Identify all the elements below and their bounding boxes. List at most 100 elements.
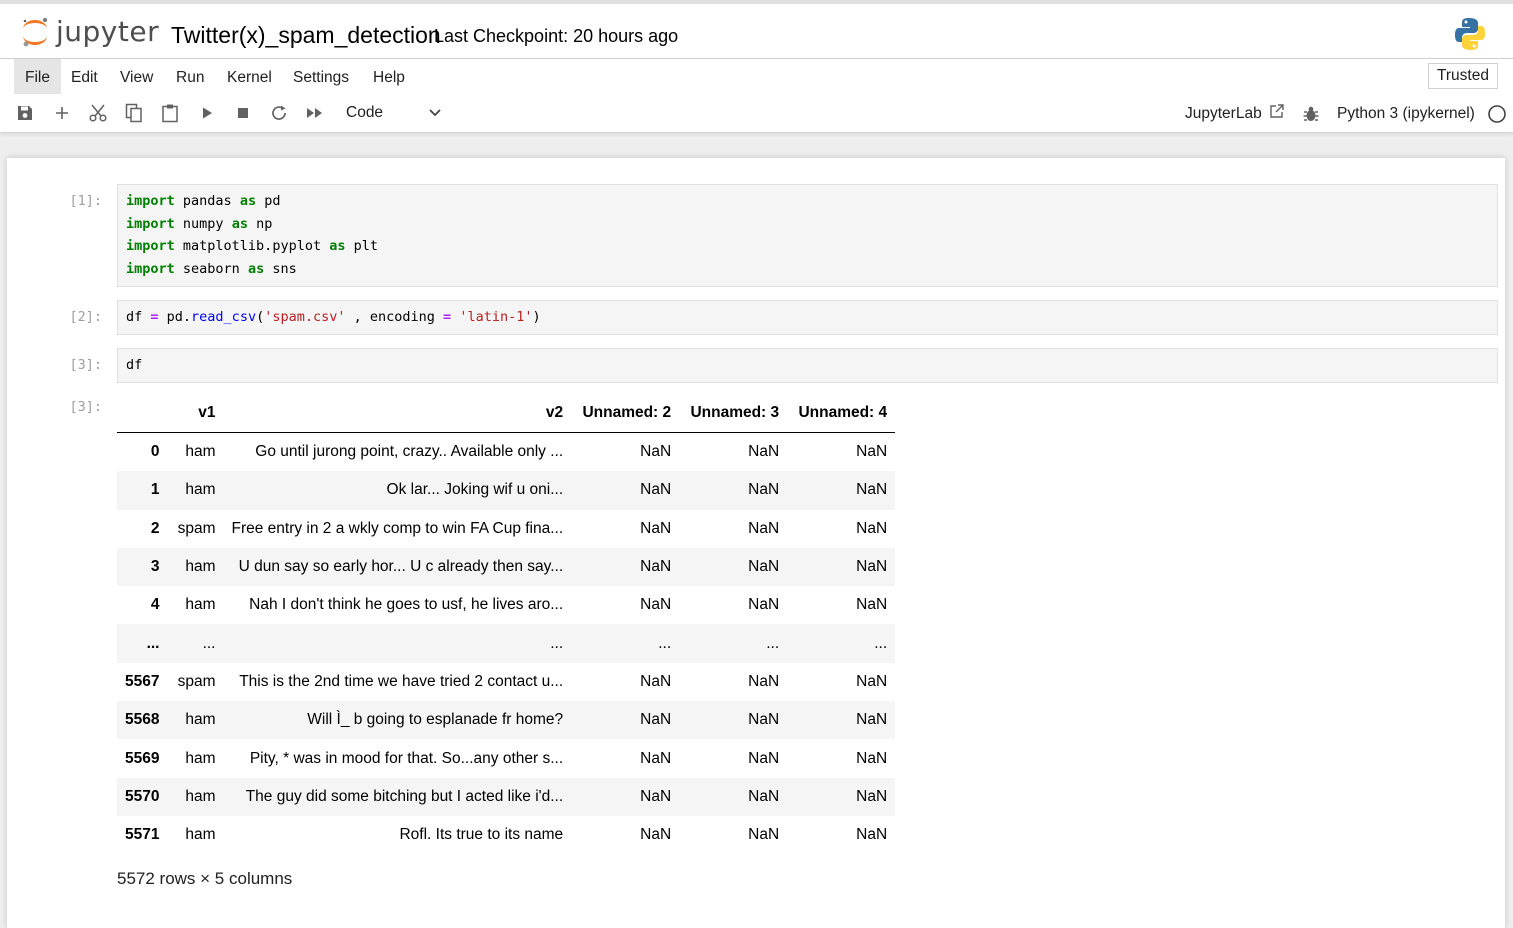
menu-view[interactable]: View — [109, 59, 164, 94]
table-row: 5567 spam This is the 2nd time we have t… — [117, 663, 895, 701]
table-cell: ham — [185, 443, 216, 461]
table-cell: Pity, * was in mood for that. So...any o… — [249, 749, 564, 767]
table-cell: ham — [185, 711, 216, 729]
dataframe-table: v1 v2 Unnamed: 2 Unnamed: 3 Unnamed: 4 0… — [117, 394, 896, 854]
column-header: Unnamed: 2 — [571, 394, 680, 433]
table-cell: spam — [177, 672, 216, 690]
table-cell: NaN — [640, 672, 672, 690]
table-cell: NaN — [640, 443, 672, 461]
table-cell: NaN — [748, 558, 780, 576]
table-cell: NaN — [856, 596, 888, 614]
output-3-prompt: [3]: — [69, 399, 102, 415]
table-cell: The guy did some bitching but I acted li… — [245, 787, 564, 805]
table-row: 5569 ham Pity, * was in mood for that. S… — [117, 739, 895, 777]
fast-forward-icon[interactable] — [304, 102, 326, 124]
row-index: ... — [146, 634, 160, 652]
scissors-icon[interactable] — [87, 102, 109, 124]
table-row: 3 ham U dun say so early hor... U c alre… — [117, 547, 896, 587]
kernel-status-icon — [1486, 103, 1508, 125]
row-index: 1 — [150, 481, 160, 499]
table-cell: ham — [185, 558, 216, 576]
table-cell: Go until jurong point, crazy.. Available… — [255, 443, 564, 461]
table-cell: NaN — [640, 826, 672, 844]
column-header: v2 — [223, 394, 572, 433]
table-cell: NaN — [856, 481, 888, 499]
row-index: 2 — [150, 519, 160, 537]
save-icon[interactable] — [14, 102, 36, 124]
menu-settings[interactable]: Settings — [282, 59, 360, 94]
notebook-toolbar: Code JupyterLab Python 3 (ipykernel) — [0, 94, 1513, 133]
column-header: v1 — [167, 394, 224, 433]
table-cell: NaN — [748, 443, 780, 461]
copy-icon[interactable] — [123, 102, 145, 124]
row-index: 5571 — [125, 826, 160, 844]
cell-3-code: df — [126, 357, 143, 373]
python-logo-icon — [1453, 16, 1487, 57]
table-cell: ham — [185, 787, 216, 805]
table-row: 2 spam Free entry in 2 a wkly comp to wi… — [117, 510, 895, 548]
table-cell: ham — [185, 481, 216, 499]
menu-help[interactable]: Help — [362, 59, 416, 94]
table-cell: NaN — [856, 558, 888, 576]
jupyter-logo[interactable]: jupyter — [20, 14, 159, 50]
open-jupyterlab-link[interactable]: JupyterLab — [1185, 103, 1285, 125]
menu-run[interactable]: Run — [165, 59, 215, 94]
table-cell: NaN — [640, 558, 672, 576]
table-cell: NaN — [748, 672, 780, 690]
table-cell: NaN — [748, 749, 780, 767]
cell-2-input[interactable]: df = pd.read_csv('spam.csv' , encoding =… — [117, 300, 1498, 335]
table-cell: NaN — [748, 519, 780, 537]
table-cell: NaN — [640, 519, 672, 537]
table-cell: ... — [658, 634, 672, 652]
cell-3-prompt: [3]: — [69, 357, 102, 373]
cell-1-input[interactable]: import pandas as pd import numpy as np i… — [117, 184, 1498, 287]
table-cell: ... — [550, 634, 564, 652]
row-index: 5568 — [125, 711, 160, 729]
table-cell: NaN — [748, 826, 780, 844]
menu-file[interactable]: File — [14, 59, 61, 94]
table-cell: NaN — [856, 711, 888, 729]
table-cell: NaN — [748, 481, 780, 499]
cell-3-input[interactable]: df — [117, 348, 1498, 383]
dataframe-shape: 5572 rows × 5 columns — [117, 869, 293, 888]
table-row: 5571 ham Rofl. Its true to its name NaN … — [117, 816, 895, 854]
table-cell: NaN — [748, 787, 780, 805]
table-cell: ham — [185, 826, 216, 844]
row-index: 0 — [150, 443, 160, 461]
notebook-title[interactable]: Twitter(x)_spam_detection — [171, 21, 441, 49]
row-index: 5570 — [125, 787, 160, 805]
paste-icon[interactable] — [159, 102, 181, 124]
jupyter-logo-icon — [23, 18, 47, 47]
row-index: 5567 — [125, 672, 160, 690]
plus-icon[interactable] — [51, 102, 73, 124]
table-cell: NaN — [856, 749, 888, 767]
jupyter-logo-text: jupyter — [56, 15, 160, 48]
menu-edit[interactable]: Edit — [60, 59, 109, 94]
table-cell: NaN — [856, 519, 888, 537]
chevron-down-icon[interactable] — [428, 102, 442, 129]
cell-2-prompt: [2]: — [69, 309, 102, 325]
table-cell: NaN — [640, 481, 672, 499]
table-cell: spam — [177, 519, 216, 537]
cell-1-code: import pandas as pd import numpy as np i… — [126, 193, 378, 278]
stop-icon[interactable] — [232, 102, 254, 124]
kernel-name[interactable]: Python 3 (ipykernel) — [1337, 103, 1475, 125]
table-row: 4 ham Nah I don't think he goes to usf, … — [117, 586, 895, 624]
play-icon[interactable] — [196, 102, 218, 124]
table-cell: U dun say so early hor... U c already th… — [238, 558, 564, 576]
trusted-indicator[interactable]: Trusted — [1428, 63, 1498, 89]
table-cell: NaN — [856, 826, 888, 844]
table-cell: NaN — [640, 787, 672, 805]
table-cell: NaN — [640, 596, 672, 614]
row-index: 4 — [150, 596, 160, 614]
table-cell: Nah I don't think he goes to usf, he liv… — [249, 596, 564, 614]
table-cell: Will Ì_ b going to esplanade fr home? — [307, 711, 564, 729]
table-row: 5570 ham The guy did some bitching but I… — [117, 777, 896, 816]
menu-kernel[interactable]: Kernel — [216, 59, 283, 94]
restart-icon[interactable] — [268, 102, 290, 124]
bug-icon[interactable] — [1300, 103, 1322, 125]
table-row: 0 ham Go until jurong point, crazy.. Ava… — [117, 433, 895, 472]
table-row: 5568 ham Will Ì_ b going to esplanade fr… — [117, 701, 896, 740]
table-cell: This is the 2nd time we have tried 2 con… — [239, 672, 564, 690]
table-cell: ... — [874, 634, 888, 652]
